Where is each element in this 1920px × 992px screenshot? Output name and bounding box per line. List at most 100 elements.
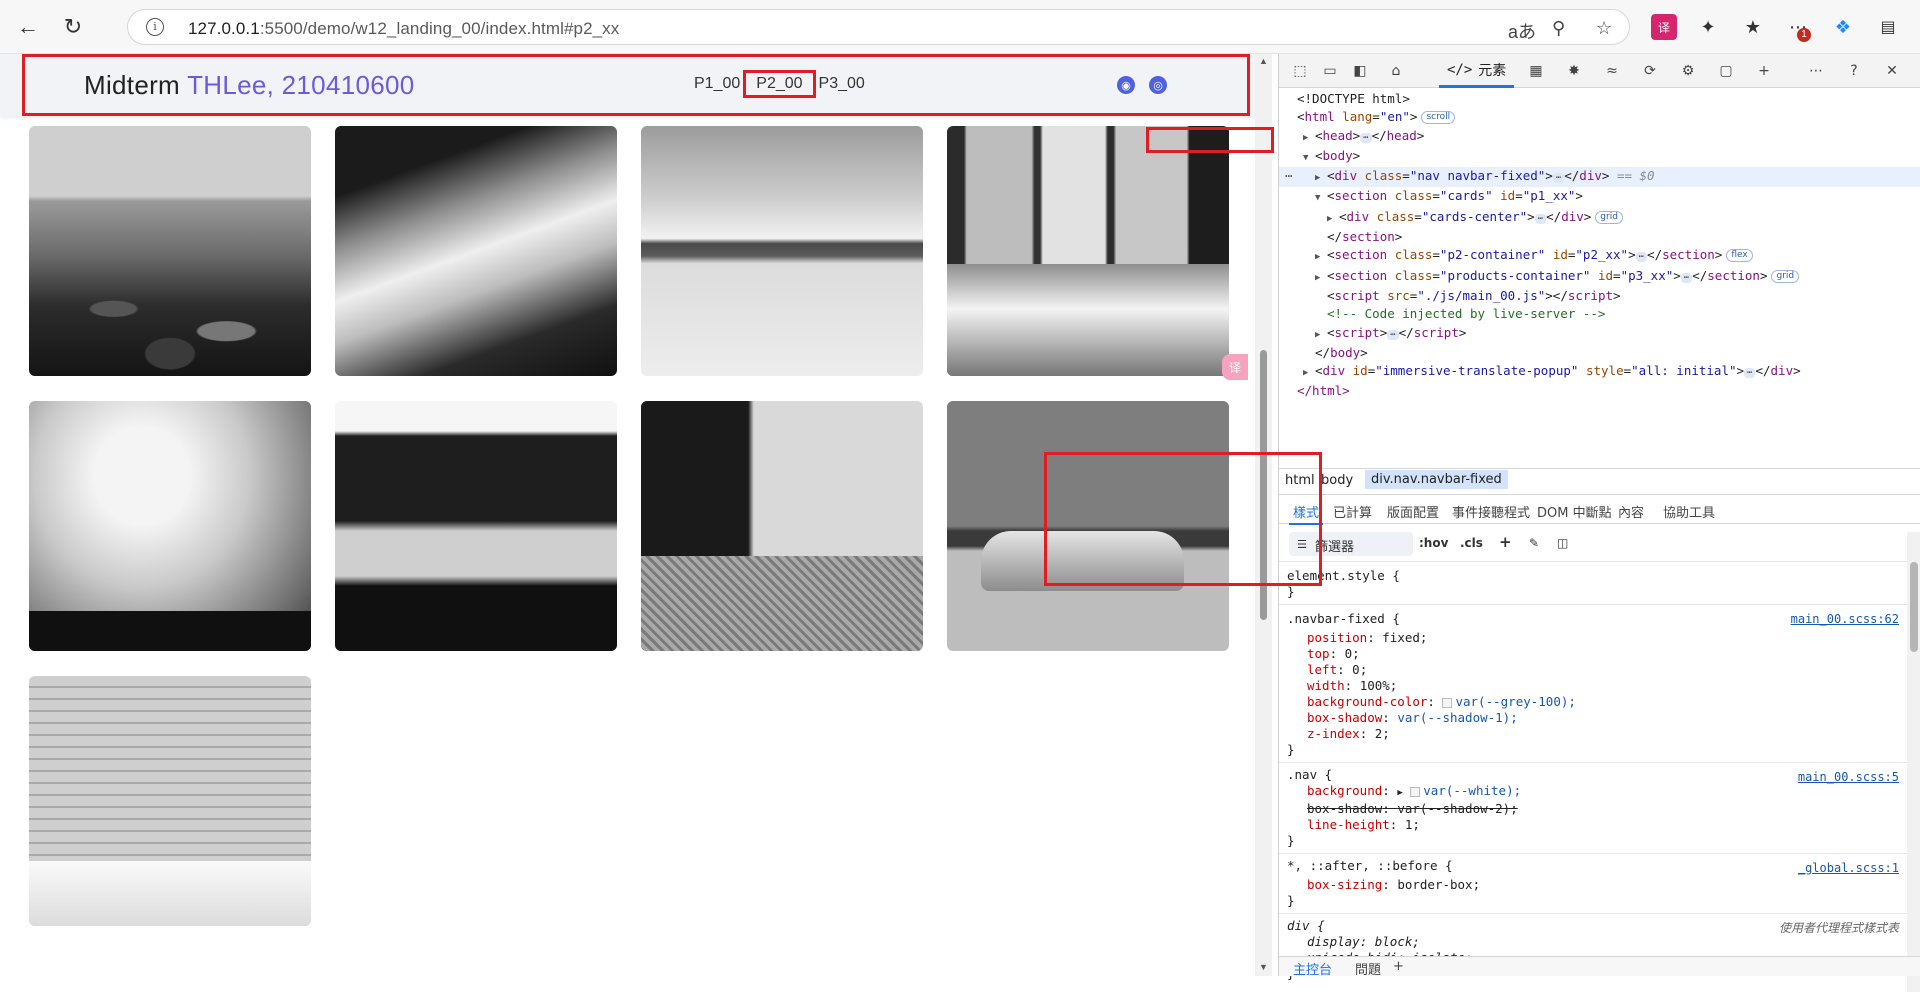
tree-body[interactable]: ▼ <body> [1279,147,1920,167]
decl-row[interactable]: display: block; [1287,934,1899,950]
back-arrow-icon[interactable]: ← [12,11,44,43]
breadcrumb-div-nav[interactable]: div.nav.navbar-fixed [1365,470,1508,489]
sources-bug-icon[interactable]: ✸ [1563,60,1585,82]
translate-extension-icon[interactable]: 译 [1651,14,1677,40]
tab-computed[interactable]: 已計算 [1333,502,1372,521]
color-swatch[interactable] [1410,786,1421,797]
expand-triangle-icon[interactable]: ▶ [1315,169,1327,187]
expand-triangle-icon[interactable]: ▶ [1303,129,1315,147]
zoom-icon[interactable]: ⚲ [1552,18,1565,39]
collapsed-dots[interactable]: ⋯ [1534,213,1547,224]
tab-accessibility[interactable]: 協助工具 [1663,502,1715,521]
tree-html-close[interactable]: </html> [1279,382,1920,400]
help-icon[interactable]: ? [1843,60,1865,82]
address-bar[interactable]: i 127.0.0.1:5500/demo/w12_landing_00/ind… [127,9,1630,45]
rule-navbar-fixed[interactable]: .navbar-fixed { main_00.scss:62 position… [1279,605,1907,763]
universal-source-link[interactable]: _global.scss:1 [1798,860,1899,876]
tree-comment[interactable]: <!-- Code injected by live-server --> [1279,305,1920,323]
sidebar-toggle-icon[interactable]: ▤ [1875,14,1901,40]
devtools-more-icon[interactable]: ⋯ [1805,60,1827,82]
decl-row[interactable]: box-shadow: var(--shadow-1); [1287,710,1899,726]
scroll-pill[interactable]: scroll [1421,111,1456,125]
photo-walker[interactable] [335,401,617,651]
photo-station-lifts[interactable] [947,126,1229,376]
application-icon[interactable]: ▢ [1715,60,1737,82]
collapsed-dots[interactable]: ⋯ [1360,132,1372,143]
tree-section-p3[interactable]: ▶ <section class="products-container" id=… [1279,267,1920,287]
expand-triangle-icon[interactable]: ▶ [1397,788,1402,798]
tree-html-open[interactable]: <html lang="en"> scroll [1279,108,1920,126]
navbar-fixed-source-link[interactable]: main_00.scss:62 [1791,611,1899,627]
device-toolbar-icon[interactable]: ▭ [1319,60,1341,82]
color-swatch[interactable] [1442,697,1453,708]
rule-universal[interactable]: *, ::after, ::before { _global.scss:1 bo… [1279,854,1907,914]
info-icon[interactable]: i [146,18,164,36]
tree-popup-div[interactable]: ▶ <div id="immersive-translate-popup" sty… [1279,362,1920,382]
decl-row[interactable]: width: 100%; [1287,678,1899,694]
nav-source-link[interactable]: main_00.scss:5 [1798,769,1899,785]
copilot-icon[interactable]: ❖ [1830,14,1856,40]
read-aloud-icon[interactable]: aあ [1508,18,1536,44]
decl-row[interactable]: background-color: var(--grey-100); [1287,694,1899,710]
breadcrumb-body[interactable]: body [1321,473,1353,488]
expand-triangle-icon[interactable]: ▶ [1315,248,1327,266]
console-icon[interactable]: ▦ [1525,60,1547,82]
tab-properties[interactable]: 內容 [1618,502,1644,521]
row-more-icon[interactable]: ⋯ [1285,167,1293,185]
settings-gear-icon[interactable]: ⚙ [1677,60,1699,82]
photo-padlock[interactable] [641,401,923,651]
tree-section-cards[interactable]: ▼ <section class="cards" id="p1_xx"> [1279,187,1920,207]
scroll-up-arrow-icon[interactable]: ▲ [1259,56,1268,66]
collapsed-dots[interactable]: ⋯ [1680,272,1693,283]
paint-brush-icon[interactable]: ✎ [1529,536,1539,550]
performance-icon[interactable]: ⟳ [1639,60,1661,82]
hov-toggle[interactable]: :hov [1419,536,1448,550]
decl-row[interactable]: top: 0; [1287,646,1899,662]
floating-translate-button[interactable]: 译 [1222,354,1248,380]
reload-icon[interactable]: ↻ [57,11,89,43]
scroll-down-arrow-icon[interactable]: ▼ [1259,962,1268,972]
inspect-element-icon[interactable]: ⬚ [1289,60,1311,82]
decl-row[interactable]: box-sizing: border-box; [1287,877,1899,893]
photo-cyclist[interactable] [29,401,311,651]
collapse-triangle-icon[interactable]: ▼ [1315,189,1327,207]
tree-script-main[interactable]: <script src="./js/main_00.js"></script> [1279,287,1920,305]
drawer-tab-console[interactable]: 主控台 [1293,959,1332,978]
decl-row[interactable]: left: 0; [1287,662,1899,678]
collapsed-dots[interactable]: ⋯ [1552,173,1565,184]
decl-row[interactable]: position: fixed; [1287,630,1899,646]
add-tool-plus-icon[interactable]: + [1753,60,1775,82]
tab-dom-breakpoints[interactable]: DOM 中斷點 [1537,502,1612,521]
rule-nav[interactable]: .nav { main_00.scss:5 background: ▶ var(… [1279,763,1907,854]
tab-elements[interactable]: </> 元素 [1439,54,1515,88]
styles-scrollbar[interactable] [1907,532,1920,992]
photo-glacier-lake[interactable] [29,126,311,376]
decl-row-overridden[interactable]: box-shadow: var(--shadow-2); [1287,801,1899,817]
tree-section-cards-close[interactable]: </section> [1279,228,1920,246]
url-text[interactable]: 127.0.0.1:5500/demo/w12_landing_00/index… [188,19,619,39]
collapsed-dots[interactable]: ⋯ [1387,329,1399,340]
expand-triangle-icon[interactable]: ▶ [1303,364,1315,382]
flex-pill[interactable]: flex [1726,249,1753,263]
expand-triangle-icon[interactable]: ▶ [1315,269,1327,287]
expand-triangle-icon[interactable]: ▶ [1315,326,1327,344]
tree-head[interactable]: ▶ <head> ⋯ </head> [1279,127,1920,147]
rule-element-style[interactable]: element.style { } [1279,564,1907,605]
styles-scroll-thumb[interactable] [1910,562,1918,652]
close-devtools-icon[interactable]: ✕ [1881,60,1903,82]
extensions-puzzle-icon[interactable]: ✦ [1695,14,1721,40]
tab-layout[interactable]: 版面配置 [1387,502,1439,521]
tree-doctype[interactable]: <!DOCTYPE html> [1279,90,1920,108]
photo-painter-ladder[interactable] [29,676,311,926]
grid-pill[interactable]: grid [1771,269,1800,283]
new-rule-plus-icon[interactable]: + [1499,533,1512,551]
expand-triangle-icon[interactable]: ▶ [1327,210,1339,228]
decl-row[interactable]: background: ▶ var(--white); [1287,783,1899,801]
tree-div-nav-selected[interactable]: ⋯ ▶ <div class="nav navbar-fixed"> ⋯ </div> … [1279,167,1920,188]
decl-row[interactable]: line-height: 1; [1287,817,1899,833]
tab-event-listeners[interactable]: 事件接聽程式 [1452,502,1530,521]
photo-waterfall[interactable] [335,126,617,376]
network-wifi-icon[interactable]: ≈ [1601,60,1623,82]
collapse-triangle-icon[interactable]: ▼ [1303,149,1315,167]
decl-row[interactable]: z-index: 2; [1287,726,1899,742]
